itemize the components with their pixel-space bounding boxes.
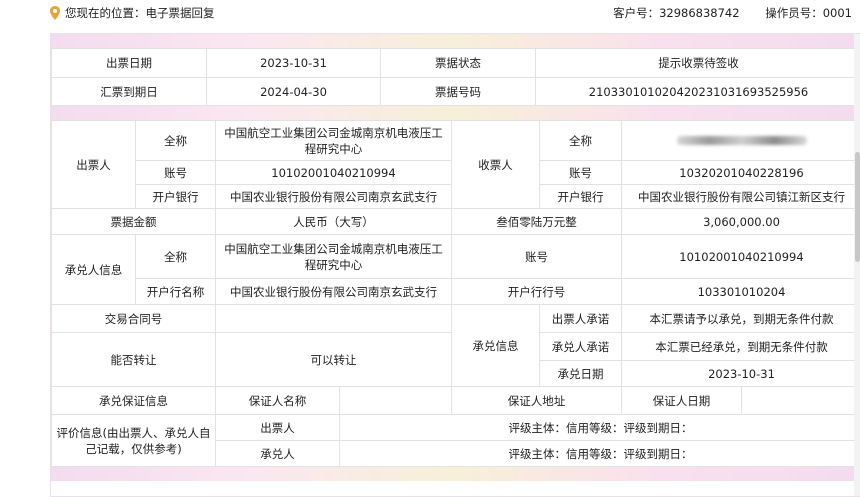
redacted-name xyxy=(677,136,807,145)
acceptor-bank-no-label: 开户行行号 xyxy=(452,279,622,305)
drawer-name: 中国航空工业集团公司金城南京机电液压工程研究中心 xyxy=(216,121,452,161)
transfer-value: 可以转让 xyxy=(216,333,452,387)
contract-label: 交易合同号 xyxy=(52,305,216,333)
bottom-band xyxy=(51,467,860,481)
issue-date-label: 出票日期 xyxy=(52,49,207,78)
breadcrumb: 您现在的位置：电子票据回复 xyxy=(49,5,215,21)
payee-name-label: 全称 xyxy=(540,121,622,161)
amount-currency: 人民币（大写） xyxy=(216,209,452,235)
drawer-bank: 中国农业银行股份有限公司南京玄武支行 xyxy=(216,185,452,209)
rating-drawer-fields: 评级主体：信用等级：评级到期日： xyxy=(340,415,860,441)
acceptor-bank: 中国农业银行股份有限公司南京玄武支行 xyxy=(216,279,452,305)
acceptor-bank-no: 103301010204 xyxy=(622,279,860,305)
accept-date: 2023-10-31 xyxy=(622,361,860,387)
transfer-label: 能否转让 xyxy=(52,333,216,387)
drawer-acct-label: 账号 xyxy=(136,161,216,185)
summary-table: 出票日期 2023-10-31 票据状态 提示收票待签收 汇票到期日 2024-… xyxy=(51,48,860,106)
issue-date-value: 2023-10-31 xyxy=(207,49,381,78)
rating-title: 评价信息(由出票人、承兑人自己记载，仅供参考) xyxy=(52,415,216,467)
detail-table: 出票人 全称 中国航空工业集团公司金城南京机电液压工程研究中心 收票人 全称 账… xyxy=(51,120,860,467)
top-bar: 您现在的位置：电子票据回复 客户号：32986838742 操作员号：0001 xyxy=(0,0,860,24)
rating-acceptor-label: 承兑人 xyxy=(216,441,340,467)
middle-band xyxy=(51,106,860,120)
acceptor-bank-label: 开户行名称 xyxy=(136,279,216,305)
acceptor-acct: 10102001040210994 xyxy=(622,235,860,279)
payee-title: 收票人 xyxy=(452,121,540,209)
vertical-scrollbar[interactable] xyxy=(854,34,860,496)
payee-bank-label: 开户银行 xyxy=(540,185,622,209)
acceptor-acct-label: 账号 xyxy=(452,235,622,279)
header-band xyxy=(51,34,860,48)
payee-acct-label: 账号 xyxy=(540,161,622,185)
bill-no-label: 票据号码 xyxy=(381,78,536,106)
operator-number: 操作员号：0001 xyxy=(765,6,852,20)
guarantor-name-value xyxy=(340,387,452,415)
guarantor-date-value xyxy=(742,387,860,415)
scrollbar-thumb[interactable] xyxy=(855,152,860,262)
guarantee-label: 承兑保证信息 xyxy=(52,387,216,415)
guarantor-date-label: 保证人日期 xyxy=(622,387,742,415)
drawer-name-label: 全称 xyxy=(136,121,216,161)
status-value: 提示收票待签收 xyxy=(536,49,860,78)
guarantor-addr-label: 保证人地址 xyxy=(452,387,622,415)
payee-bank: 中国农业银行股份有限公司镇江新区支行 xyxy=(622,185,860,209)
amount-value: 3,060,000.00 xyxy=(622,209,860,235)
guarantor-name-label: 保证人名称 xyxy=(216,387,340,415)
bill-detail-panel: 出票日期 2023-10-31 票据状态 提示收票待签收 汇票到期日 2024-… xyxy=(50,33,860,497)
rating-drawer-label: 出票人 xyxy=(216,415,340,441)
rating-acceptor-fields: 评级主体：信用等级：评级到期日： xyxy=(340,441,860,467)
accept-date-label: 承兑日期 xyxy=(540,361,622,387)
location-pin-icon xyxy=(49,6,61,20)
drawer-bank-label: 开户银行 xyxy=(136,185,216,209)
acceptor-promise-label: 承兑人承诺 xyxy=(540,333,622,361)
status-label: 票据状态 xyxy=(381,49,536,78)
user-info: 客户号：32986838742 操作员号：0001 xyxy=(591,5,852,21)
drawer-promise: 本汇票请予以承兑，到期无条件付款 xyxy=(622,305,860,333)
drawer-acct: 10102001040210994 xyxy=(216,161,452,185)
acceptor-promise: 本汇票已经承兑，到期无条件付款 xyxy=(622,333,860,361)
due-date-value: 2024-04-30 xyxy=(207,78,381,106)
drawer-promise-label: 出票人承诺 xyxy=(540,305,622,333)
amount-words: 叁佰零陆万元整 xyxy=(452,209,622,235)
bill-no-value: 210330101020420231031693525956 xyxy=(536,78,860,106)
due-date-label: 汇票到期日 xyxy=(52,78,207,106)
amount-label: 票据金额 xyxy=(52,209,216,235)
customer-number: 客户号：32986838742 xyxy=(613,6,739,20)
acceptor-name: 中国航空工业集团公司金城南京机电液压工程研究中心 xyxy=(216,235,452,279)
location-label: 您现在的位置：电子票据回复 xyxy=(65,5,215,21)
acceptor-name-label: 全称 xyxy=(136,235,216,279)
acceptor-title: 承兑人信息 xyxy=(52,235,136,305)
contract-value xyxy=(216,305,452,333)
accept-info-title: 承兑信息 xyxy=(452,305,540,387)
payee-name xyxy=(622,121,860,161)
payee-acct: 10320201040228196 xyxy=(622,161,860,185)
drawer-title: 出票人 xyxy=(52,121,136,209)
